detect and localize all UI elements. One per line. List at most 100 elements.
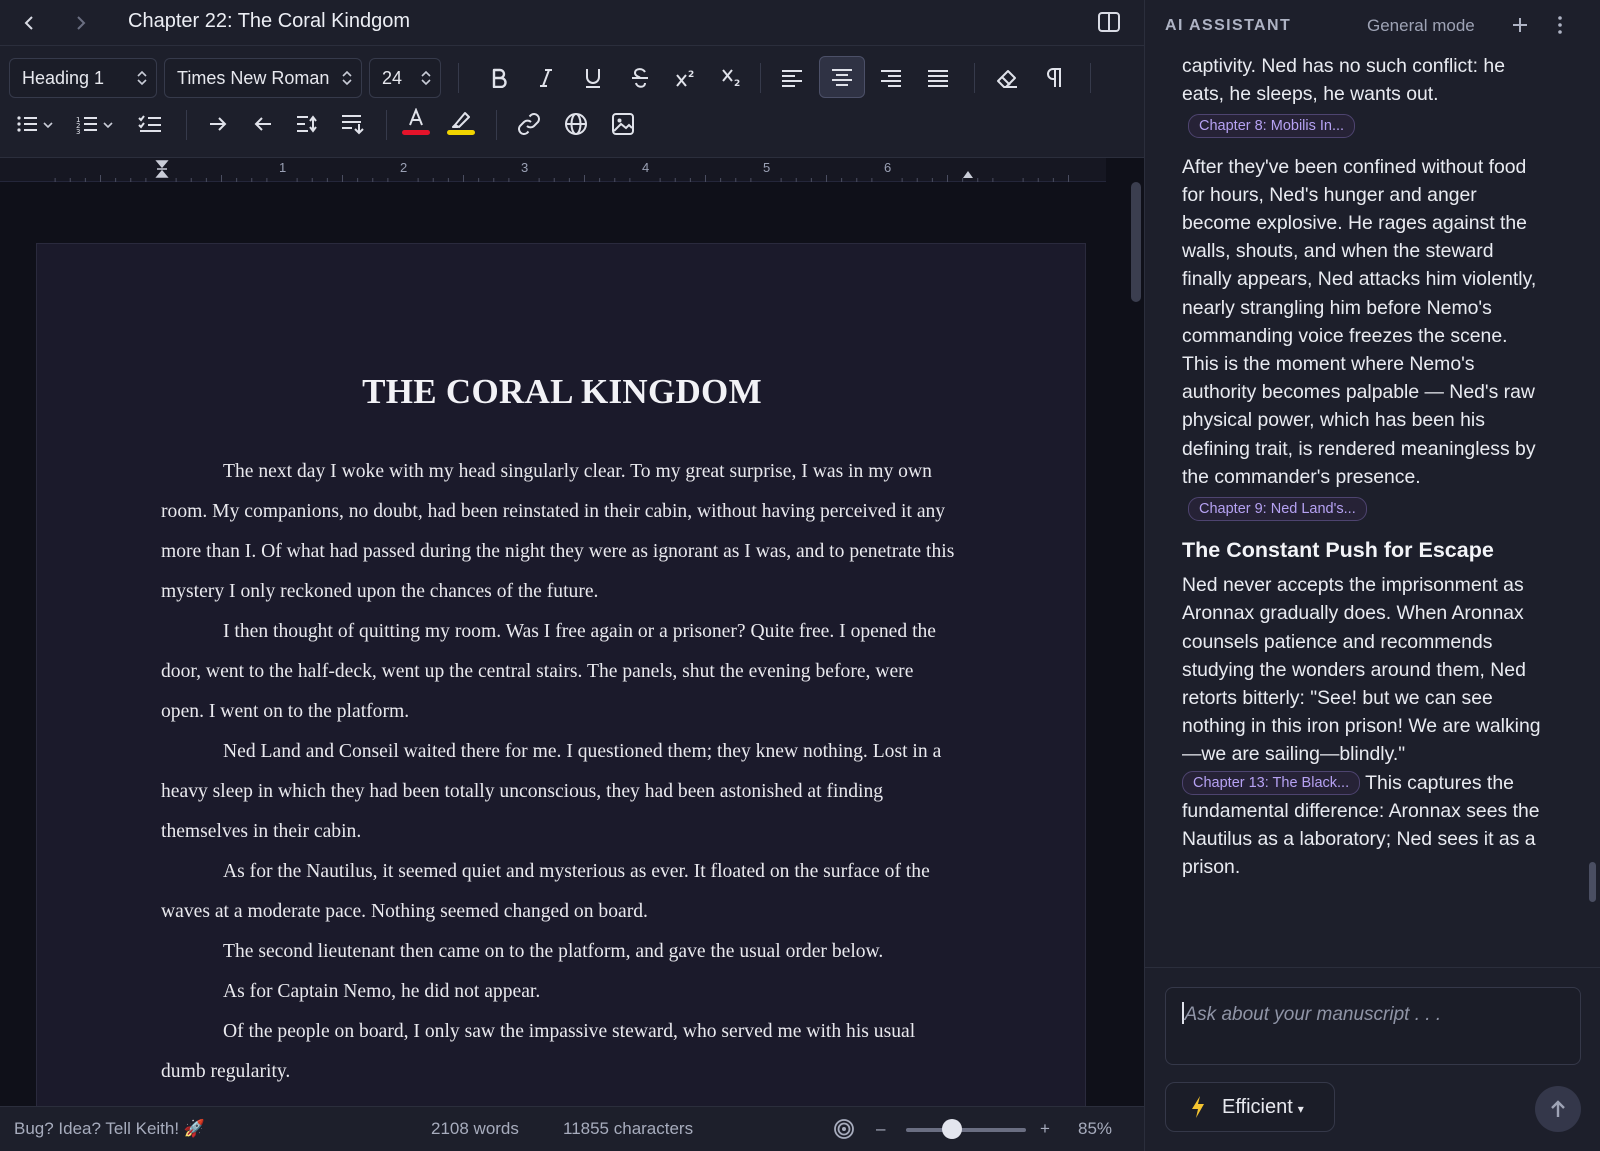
toolbar-divider bbox=[386, 110, 387, 140]
insert-web-button[interactable] bbox=[556, 104, 596, 144]
toolbar-divider bbox=[186, 110, 187, 140]
focus-target-icon[interactable] bbox=[833, 1118, 855, 1140]
zoom-in-button[interactable]: + bbox=[1040, 1107, 1050, 1151]
bullet-list-button[interactable] bbox=[10, 104, 62, 144]
document-page[interactable]: THE CORAL KINGDOM The next day I woke wi… bbox=[36, 243, 1086, 1106]
chapter-heading: THE CORAL KINGDOM bbox=[362, 372, 762, 411]
response-paragraph: After they've been confined without food… bbox=[1182, 155, 1537, 488]
line-spacing-button[interactable] bbox=[288, 104, 328, 144]
bold-button[interactable] bbox=[479, 58, 519, 98]
toggle-panel-button[interactable] bbox=[1094, 7, 1124, 37]
text-color-button[interactable] bbox=[396, 102, 436, 142]
checklist-icon bbox=[138, 115, 161, 132]
highlight-button[interactable] bbox=[441, 102, 481, 142]
strikethrough-button[interactable] bbox=[620, 58, 660, 98]
toolbar-divider bbox=[1090, 63, 1091, 93]
align-left-icon bbox=[782, 70, 802, 87]
feedback-link[interactable]: Bug? Idea? Tell Keith! 🚀 bbox=[14, 1107, 205, 1151]
underline-button[interactable] bbox=[573, 58, 613, 98]
assistant-panel: AI ASSISTANT General mode captivity. Ned… bbox=[1144, 0, 1600, 1151]
link-icon bbox=[518, 113, 540, 135]
citation-row: Chapter 9: Ned Land's... bbox=[1188, 493, 1542, 522]
ruler-number: 2 bbox=[400, 160, 408, 175]
ruler[interactable]: 1 2 3 4 5 6 bbox=[0, 158, 1106, 182]
outdent-button[interactable] bbox=[243, 104, 283, 144]
ruler-number: 1 bbox=[279, 160, 287, 175]
toolbar-divider bbox=[760, 63, 761, 93]
citation-chip[interactable]: Chapter 13: The Black... bbox=[1182, 770, 1361, 795]
new-chat-button[interactable] bbox=[1507, 12, 1533, 38]
left-indent-marker-icon[interactable] bbox=[155, 160, 169, 178]
numbered-list-button[interactable]: 123 bbox=[70, 104, 122, 144]
toolbar-divider bbox=[496, 110, 497, 140]
strikethrough-icon bbox=[632, 68, 648, 88]
numbered-list-icon: 123 bbox=[76, 116, 113, 134]
font-size-select[interactable]: 24 bbox=[369, 58, 441, 98]
toolbar-divider bbox=[974, 63, 975, 93]
indent-button[interactable] bbox=[198, 104, 238, 144]
body-paragraph: I then thought of quitting my room. Was … bbox=[161, 621, 937, 722]
body-paragraph: The next day I woke with my head singula… bbox=[161, 461, 955, 602]
forward-button[interactable] bbox=[66, 8, 96, 38]
bullet-list-icon bbox=[17, 116, 53, 132]
block-style-value: Heading 1 bbox=[22, 67, 105, 88]
text-caret bbox=[1182, 1002, 1184, 1024]
italic-button[interactable] bbox=[526, 58, 566, 98]
subscript-button[interactable]: 2 bbox=[712, 58, 752, 98]
zoom-slider[interactable] bbox=[906, 1128, 1026, 1132]
model-name: Efficient bbox=[1222, 1095, 1293, 1118]
model-dropdown-caret: ▾ bbox=[1297, 1102, 1304, 1116]
response-heading: The Constant Push for Escape bbox=[1182, 538, 1494, 563]
ruler-number: 5 bbox=[763, 160, 771, 175]
body-paragraph: Ned Land and Conseil waited there for me… bbox=[161, 741, 942, 842]
superscript-button[interactable]: 2 bbox=[666, 58, 706, 98]
image-icon bbox=[612, 113, 634, 135]
editor-scrollbar[interactable] bbox=[1131, 182, 1141, 302]
eraser-icon bbox=[997, 70, 1017, 88]
citation-row: Chapter 8: Mobilis In... bbox=[1188, 110, 1542, 139]
align-left-button[interactable] bbox=[772, 58, 812, 98]
align-center-button[interactable] bbox=[819, 56, 865, 98]
zoom-slider-handle[interactable] bbox=[941, 1119, 962, 1139]
insert-image-button[interactable] bbox=[603, 104, 643, 144]
body-paragraph: As for Captain Nemo, he did not appear. bbox=[223, 981, 541, 1002]
chat-input-placeholder: Ask about your manuscript . . . bbox=[1184, 1004, 1442, 1025]
document-title: Chapter 22: The Coral Kindgom bbox=[128, 10, 411, 32]
highlighter-icon bbox=[447, 112, 475, 135]
align-right-button[interactable] bbox=[871, 58, 911, 98]
zoom-out-button[interactable]: – bbox=[876, 1107, 885, 1151]
assistant-messages[interactable]: captivity. Ned has no such conflict: he … bbox=[1145, 52, 1600, 968]
assistant-scrollbar[interactable] bbox=[1589, 862, 1596, 902]
right-indent-marker-icon[interactable] bbox=[962, 169, 974, 179]
citation-chip[interactable]: Chapter 9: Ned Land's... bbox=[1188, 497, 1367, 522]
chat-input[interactable]: Ask about your manuscript . . . bbox=[1165, 987, 1581, 1065]
align-justify-icon bbox=[928, 70, 948, 87]
ruler-number: 3 bbox=[521, 160, 529, 175]
back-button[interactable] bbox=[14, 8, 44, 38]
status-bar: Bug? Idea? Tell Keith! 🚀 2108 words 1185… bbox=[0, 1106, 1144, 1151]
citation-chip[interactable]: Chapter 8: Mobilis In... bbox=[1188, 114, 1356, 139]
plus-icon bbox=[1513, 18, 1527, 32]
clear-formatting-button[interactable] bbox=[987, 58, 1027, 98]
block-style-select[interactable]: Heading 1 bbox=[9, 58, 157, 98]
ruler-number: 6 bbox=[884, 160, 892, 175]
mode-selector[interactable]: General mode bbox=[1367, 16, 1475, 36]
ruler-number: 4 bbox=[642, 160, 650, 175]
align-center-icon bbox=[832, 69, 852, 86]
send-button[interactable] bbox=[1535, 1086, 1581, 1132]
response-paragraph: Ned never accepts the imprisonment as Ar… bbox=[1182, 571, 1542, 881]
svg-text:2: 2 bbox=[688, 70, 694, 80]
more-options-button[interactable] bbox=[1550, 12, 1570, 38]
show-formatting-marks-button[interactable] bbox=[1034, 58, 1074, 98]
font-family-select[interactable]: Times New Roman bbox=[164, 58, 362, 98]
paragraph-spacing-button[interactable] bbox=[333, 104, 373, 144]
globe-icon bbox=[565, 113, 587, 135]
task-list-button[interactable] bbox=[130, 104, 170, 144]
model-selector-button[interactable]: Efficient ▾ bbox=[1165, 1082, 1335, 1132]
text-color-icon bbox=[402, 108, 430, 135]
align-justify-button[interactable] bbox=[918, 58, 958, 98]
zoom-level: 85% bbox=[1078, 1119, 1113, 1138]
insert-link-button[interactable] bbox=[509, 104, 549, 144]
align-right-icon bbox=[881, 70, 901, 87]
assistant-title: AI ASSISTANT bbox=[1165, 17, 1292, 34]
